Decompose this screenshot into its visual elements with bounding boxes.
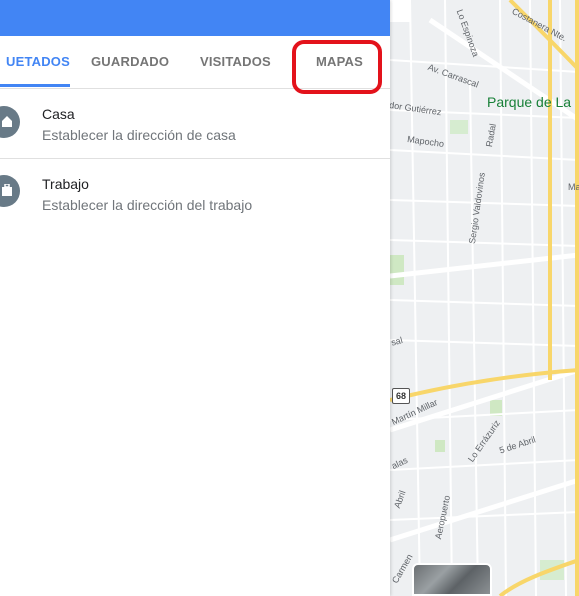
list-item-subtitle: Establecer la dirección de casa xyxy=(42,127,236,143)
list-item-title: Trabajo xyxy=(42,176,89,192)
map-view[interactable]: Parque de La Costanera Nte. Lo Espinoza … xyxy=(390,0,579,596)
briefcase-icon xyxy=(0,175,20,207)
list-item-subtitle: Establecer la dirección del trabajo xyxy=(42,197,253,213)
street-label: Ma xyxy=(568,182,579,192)
active-tab-indicator xyxy=(0,84,70,87)
list-item-work[interactable]: Trabajo Establecer la dirección del trab… xyxy=(0,159,390,227)
tab-visited[interactable]: VISITADOS xyxy=(200,36,271,88)
list-item-title: Casa xyxy=(42,106,75,122)
tab-bar: UETADOS GUARDADO VISITADOS MAPAS xyxy=(0,36,390,89)
top-header-bar xyxy=(0,0,390,36)
map-corner-overlay xyxy=(390,0,410,22)
side-panel: UETADOS GUARDADO VISITADOS MAPAS Casa Es… xyxy=(0,0,390,596)
tab-saved[interactable]: GUARDADO xyxy=(91,36,169,88)
tab-labeled[interactable]: UETADOS xyxy=(6,36,70,88)
satellite-layer-thumbnail[interactable] xyxy=(412,563,492,596)
park-label: Parque de La xyxy=(487,94,572,110)
route-shield: 68 xyxy=(392,388,410,404)
map-streets xyxy=(390,0,579,596)
list-item-home[interactable]: Casa Establecer la dirección de casa xyxy=(0,90,390,159)
tab-maps[interactable]: MAPAS xyxy=(316,36,363,88)
home-icon xyxy=(0,106,20,138)
